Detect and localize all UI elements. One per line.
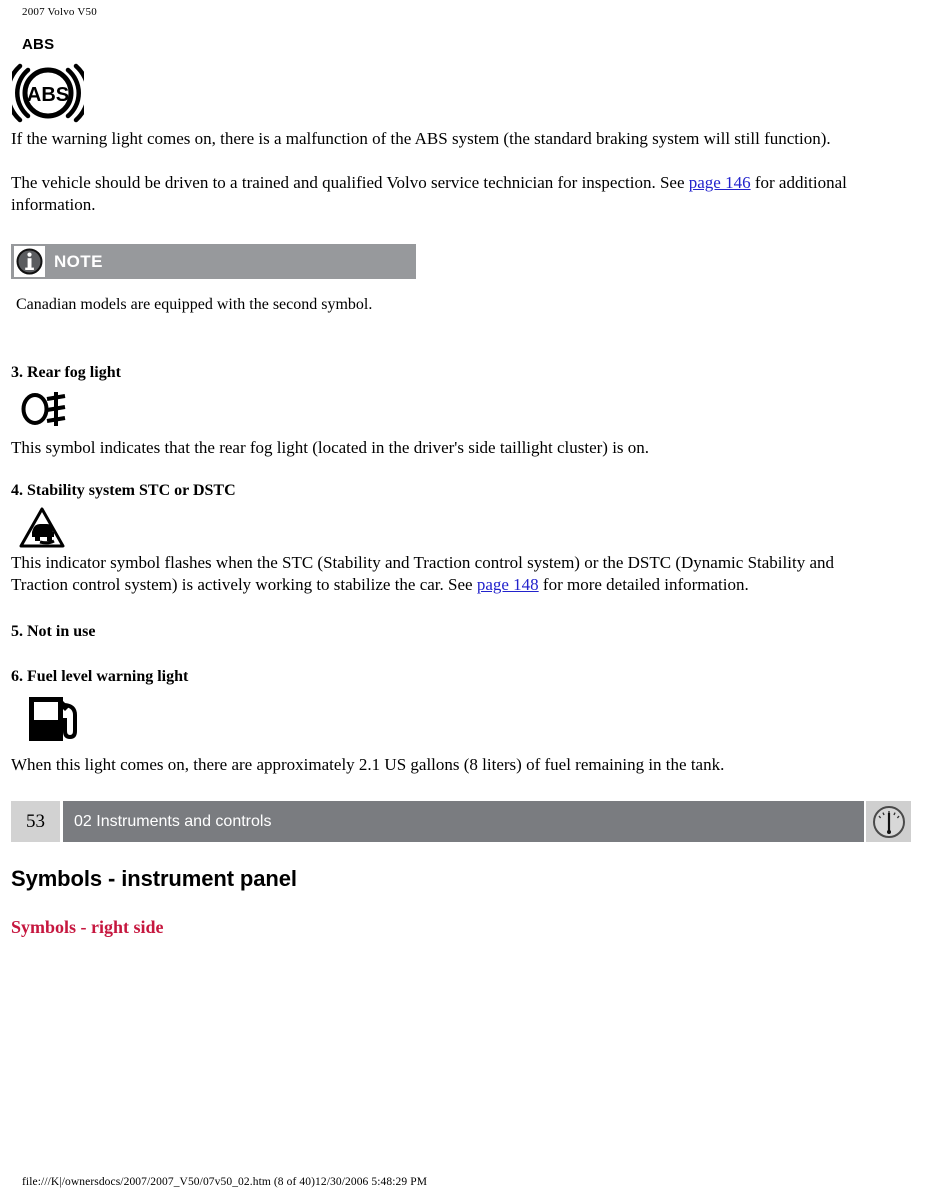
- page-title: Symbols - instrument panel: [11, 866, 297, 891]
- note-box: NOTE: [11, 244, 416, 279]
- stc-dstc-symbol: [18, 505, 66, 551]
- page-146-link[interactable]: page 146: [689, 173, 751, 192]
- info-icon: [14, 246, 45, 277]
- manual-page: 2007 Volvo V50 ABS ABS If the warning li…: [0, 0, 927, 1200]
- item4-heading: 4. Stability system STC or DSTC: [11, 482, 236, 499]
- footer-page-number: 53: [11, 801, 60, 842]
- abs-paragraph-1: If the warning light comes on, there is …: [11, 129, 831, 148]
- item4-text: This indicator symbol flashes when the S…: [11, 552, 891, 596]
- file-path-footer: file:///K|/ownersdocs/2007/2007_V50/07v5…: [22, 1176, 428, 1188]
- rear-fog-light-symbol: [20, 388, 68, 430]
- abs-warning-symbol: ABS: [12, 62, 84, 124]
- instrument-gauge-icon: [864, 801, 911, 842]
- abs-heading: ABS: [22, 36, 55, 53]
- page-148-link[interactable]: page 148: [477, 575, 539, 594]
- item6-heading: 6. Fuel level warning light: [11, 668, 189, 685]
- item6-text: When this light comes on, there are appr…: [11, 755, 725, 774]
- footer-chapter-title: 02 Instruments and controls: [60, 801, 864, 842]
- item3-text: This symbol indicates that the rear fog …: [11, 438, 650, 457]
- item4-text-after: for more detailed information.: [538, 575, 749, 594]
- abs-paragraph-2-before: The vehicle should be driven to a traine…: [11, 173, 689, 192]
- abs-paragraph-2: The vehicle should be driven to a traine…: [11, 172, 901, 216]
- item5-heading: 5. Not in use: [11, 623, 96, 640]
- note-label: NOTE: [54, 251, 103, 271]
- fuel-pump-symbol: [25, 693, 81, 745]
- section-subtitle: Symbols - right side: [11, 917, 164, 937]
- chapter-footer-bar: 53 02 Instruments and controls: [11, 801, 911, 842]
- running-header: 2007 Volvo V50: [22, 6, 97, 18]
- item3-heading: 3. Rear fog light: [11, 364, 121, 381]
- note-text: Canadian models are equipped with the se…: [16, 296, 373, 313]
- abs-symbol-text: ABS: [27, 84, 69, 106]
